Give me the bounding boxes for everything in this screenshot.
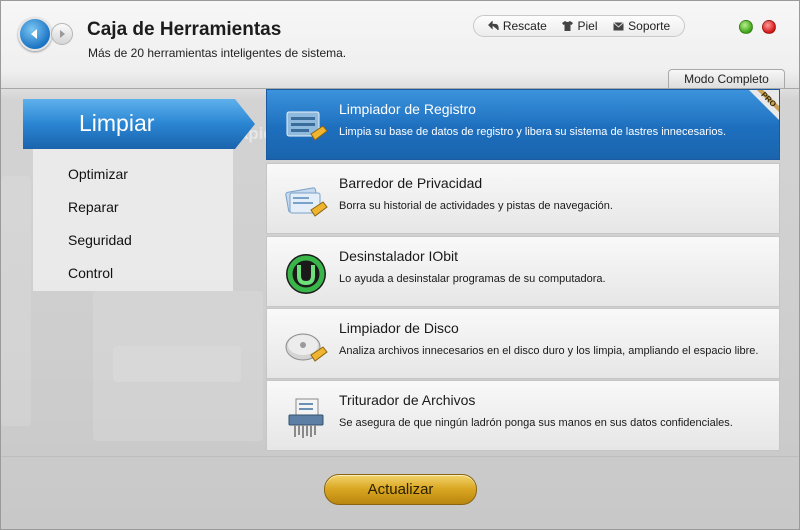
support-label: Soporte — [628, 19, 671, 33]
skin-label: Piel — [577, 19, 598, 33]
menu-item-control[interactable]: Control — [68, 265, 113, 281]
tool-description: Borra su historial de actividades y pist… — [339, 200, 613, 212]
tool-description: Lo ayuda a desinstalar programas de su c… — [339, 273, 606, 285]
rescue-link[interactable]: Rescate — [487, 19, 547, 33]
main-window: Limpieza Rápida Turbo Boost Caja de Herr… — [0, 0, 800, 530]
menu-item-label: Limpiar — [79, 110, 155, 136]
top-links-bar: Rescate Piel Soporte — [473, 15, 685, 37]
update-button[interactable]: Actualizar — [324, 474, 477, 505]
navigation-buttons — [18, 17, 74, 51]
tool-privacy-sweeper[interactable]: Barredor de Privacidad Borra su historia… — [266, 163, 780, 234]
arrow-right-icon — [60, 30, 65, 38]
minimize-button[interactable] — [739, 20, 753, 34]
menu-item-limpiar[interactable]: Limpiar — [23, 99, 255, 149]
iobit-uninstaller-icon — [286, 254, 326, 294]
disk-cleaner-icon — [285, 333, 328, 362]
tab-full-mode[interactable]: Modo Completo — [668, 69, 785, 89]
shirt-icon — [562, 21, 574, 31]
skin-link[interactable]: Piel — [562, 19, 598, 33]
tool-file-shredder[interactable]: Triturador de Archivos Se asegura de que… — [266, 380, 780, 451]
tool-description: Analiza archivos innecesarios en el disc… — [339, 345, 759, 357]
pro-badge: PRO — [749, 90, 779, 120]
mail-icon — [613, 21, 624, 30]
tool-registry-cleaner[interactable]: Limpiador de Registro Limpia su base de … — [266, 89, 780, 160]
forward-button[interactable] — [51, 23, 73, 45]
tool-title: Limpiador de Registro — [339, 101, 476, 117]
rescue-label: Rescate — [502, 19, 547, 33]
page-subtitle: Más de 20 herramientas inteligentes de s… — [88, 46, 347, 60]
menu-panel: Optimizar Reparar Seguridad Control — [33, 149, 233, 291]
tool-title: Barredor de Privacidad — [339, 175, 483, 191]
ghost-box — [93, 291, 263, 441]
menu-item-reparar[interactable]: Reparar — [68, 199, 119, 215]
close-button[interactable] — [762, 20, 776, 34]
menu-item-seguridad[interactable]: Seguridad — [68, 232, 132, 248]
tool-title: Desinstalador IObit — [339, 248, 459, 264]
arrow-left-icon — [31, 29, 37, 39]
tool-title: Limpiador de Disco — [339, 320, 459, 336]
back-button[interactable] — [18, 17, 52, 51]
rescue-arrow-icon — [487, 20, 499, 30]
registry-cleaner-icon — [286, 111, 328, 141]
privacy-sweeper-icon — [285, 187, 328, 217]
tool-iobit-uninstaller[interactable]: Desinstalador IObit Lo ayuda a desinstal… — [266, 236, 780, 307]
support-link[interactable]: Soporte — [613, 19, 670, 33]
tool-description: Limpia su base de datos de registro y li… — [339, 126, 727, 138]
file-shredder-icon — [288, 398, 324, 438]
tool-description: Se asegura de que ningún ladrón ponga su… — [339, 417, 733, 429]
menu-item-optimizar[interactable]: Optimizar — [68, 166, 128, 182]
footer-divider — [1, 456, 799, 457]
tool-disk-cleaner[interactable]: Limpiador de Disco Analiza archivos inne… — [266, 308, 780, 379]
page-title: Caja de Herramientas — [87, 19, 282, 40]
ghost-box — [1, 176, 31, 426]
tool-title: Triturador de Archivos — [339, 392, 476, 408]
